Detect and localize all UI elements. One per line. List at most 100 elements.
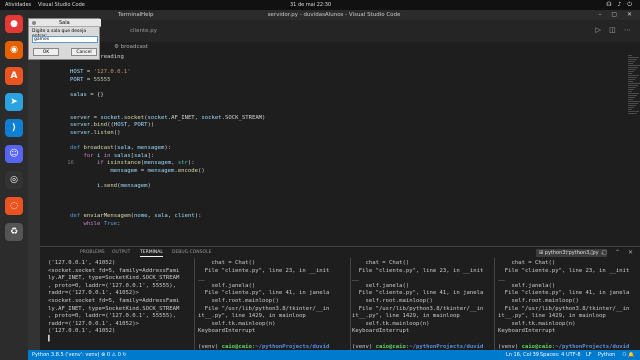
code-token: 55555 [93,76,111,83]
close-icon[interactable] [32,21,36,25]
code-token: True [103,221,118,228]
breadcrumb: ⚙ broadcast [40,42,640,54]
terminal-line: chat = Chat() [352,260,410,266]
code-token: def [70,213,84,220]
code-editor[interactable]: import threadingHOST = '127.0.0.1'PORT =… [70,54,630,244]
terminal-line: File "cliente.py", line 23, in __init [352,267,484,274]
terminal-divider[interactable] [494,258,495,355]
terminal-divider[interactable] [350,258,351,355]
code-token: server [70,114,91,121]
status-notifications[interactable]: ⚇ 🔔 [622,352,634,358]
terminal-line: , proto=0, laddr=('127.0.0.1', 55555), [48,313,176,320]
code-token: = {} [86,91,104,98]
prompt-user: caio@caio [375,343,406,350]
code-line: mensagem = mensagem.encode() [70,168,630,176]
code-line: i.send(mensagem) [70,183,630,191]
status-bar: Python 3.8.5 ('venv': venv) ⊗ 0 ⚠ 0 ↻ Ln… [28,350,640,360]
code-token: enviarMensagem [83,213,131,220]
status-interpreter[interactable]: Python 3.8.5 ('venv': venv) ⊗ 0 ⚠ 0 ↻ [32,352,127,358]
dialog-title: Sala [59,20,70,26]
code-line: PORT = 55555 [70,77,630,85]
room-dialog: Sala Digite a sala que deseja entrar: OK… [28,18,101,60]
terminal-line: File "cliente.py", line 41, in janela [498,290,630,297]
room-input[interactable] [32,36,98,43]
terminal-line: self.tk.mainloop(n) [498,320,576,327]
activities-button[interactable]: Atividades [5,2,31,8]
tab-output[interactable]: OUTPUT [112,250,130,255]
editor-tab-bar: cliente.py ▷ ◫ ⋯ [40,20,640,42]
status-cursor[interactable]: Ln 16, Col 39 [506,352,539,358]
ubuntu-icon[interactable]: ◌ [5,197,23,215]
obs-icon[interactable]: ◎ [5,171,23,189]
software-store-icon[interactable]: A [5,67,23,85]
app-menu[interactable]: Visual Studio Code [38,2,85,8]
code-token: client [174,213,195,220]
chrome-icon[interactable]: ● [5,15,23,33]
terminal-line: File "cliente.py", line 41, in janela [352,290,484,297]
terminal-pane-client-1[interactable]: chat = Chat() File "cliente.py", line 23… [198,260,348,355]
terminal-line: <socket.socket fd=5, family=AddressFami [48,267,180,274]
code-token: ): [187,160,195,167]
terminal-line: self.tk.mainloop(n) [198,320,276,327]
terminal-line: __ [352,275,359,282]
code-token: = [83,69,94,76]
terminal-pane-client-3[interactable]: chat = Chat() File "cliente.py", line 23… [498,260,638,355]
terminal-line: raddr=('127.0.0.1', 41052)> [48,290,139,297]
terminal-pane-client-2[interactable]: chat = Chat() File "cliente.py", line 23… [352,260,492,355]
window-controls[interactable]: – ▢ ✕ [598,11,636,18]
cancel-button[interactable]: Cancel [71,48,97,56]
code-token: ]: [147,152,155,159]
code-token: for [70,152,97,159]
code-token: mensagem [137,145,165,152]
code-token: def [70,145,84,152]
system-tray[interactable]: ☊ ♪ ⏻ [606,1,634,9]
code-line: salas = {} [70,92,630,100]
clock[interactable]: 31 de mai 22:30 [290,2,331,8]
breadcrumb-symbol[interactable]: ⚙ broadcast [114,44,148,50]
code-token: ) [147,183,151,190]
status-encoding[interactable]: UTF-8 [566,352,581,358]
tab-problems[interactable]: PROBLEMS [80,250,105,255]
vscode-window: Terminal Help servidor.py - duvidasAluno… [28,10,640,360]
code-token: if [70,160,108,167]
code-token: , [171,160,178,167]
code-token: sala [117,145,131,152]
code-token: nome [134,213,148,220]
panel-tools[interactable]: + ⌄ ▯ ▢ ⌃ ✕ [564,249,636,256]
tab-debug-console[interactable]: DEBUG CONSOLE [172,250,211,255]
status-language[interactable]: Python [598,352,615,358]
terminal-line: self.janela() [498,282,556,289]
discord-icon[interactable]: ☺ [5,145,23,163]
terminal-pane-server[interactable]: ('127.0.0.1', 41052) <socket.socket fd=5,… [48,260,192,355]
ok-button[interactable]: OK [33,48,59,56]
status-eol[interactable]: LF [586,352,592,358]
firefox-icon[interactable]: ◉ [5,41,23,59]
code-token: .AF_INET, [167,114,202,121]
vscode-icon[interactable]: ⟩ [5,119,23,137]
tab-cliente[interactable]: cliente.py [124,20,163,42]
prompt-venv: (venv) [198,343,222,350]
code-token: server [70,122,91,129]
code-token: sala [134,152,148,159]
status-indent[interactable]: Spaces: 4 [540,352,564,358]
code-token: mensagem [70,167,138,174]
telegram-icon[interactable]: ➤ [5,93,23,111]
code-line: def enviarMensagem(nome, sala, client): [70,213,630,221]
editor-actions[interactable]: ▷ ◫ ⋯ [596,26,634,34]
minimap[interactable] [626,54,640,244]
prompt-path: ~/pythonProjects/duvid [409,343,484,350]
trash-icon[interactable]: ♻ [5,223,23,241]
code-token: isinstance [107,160,141,167]
terminal-divider[interactable] [194,258,195,355]
code-line: def broadcast(sala, mensagem): [70,145,630,153]
tab-terminal[interactable]: TERMINAL [140,250,163,257]
terminal-line: it__.py", line 1429, in mainloop [498,313,606,320]
code-token: )) [147,122,155,129]
dialog-title-bar[interactable]: Sala [29,19,101,27]
